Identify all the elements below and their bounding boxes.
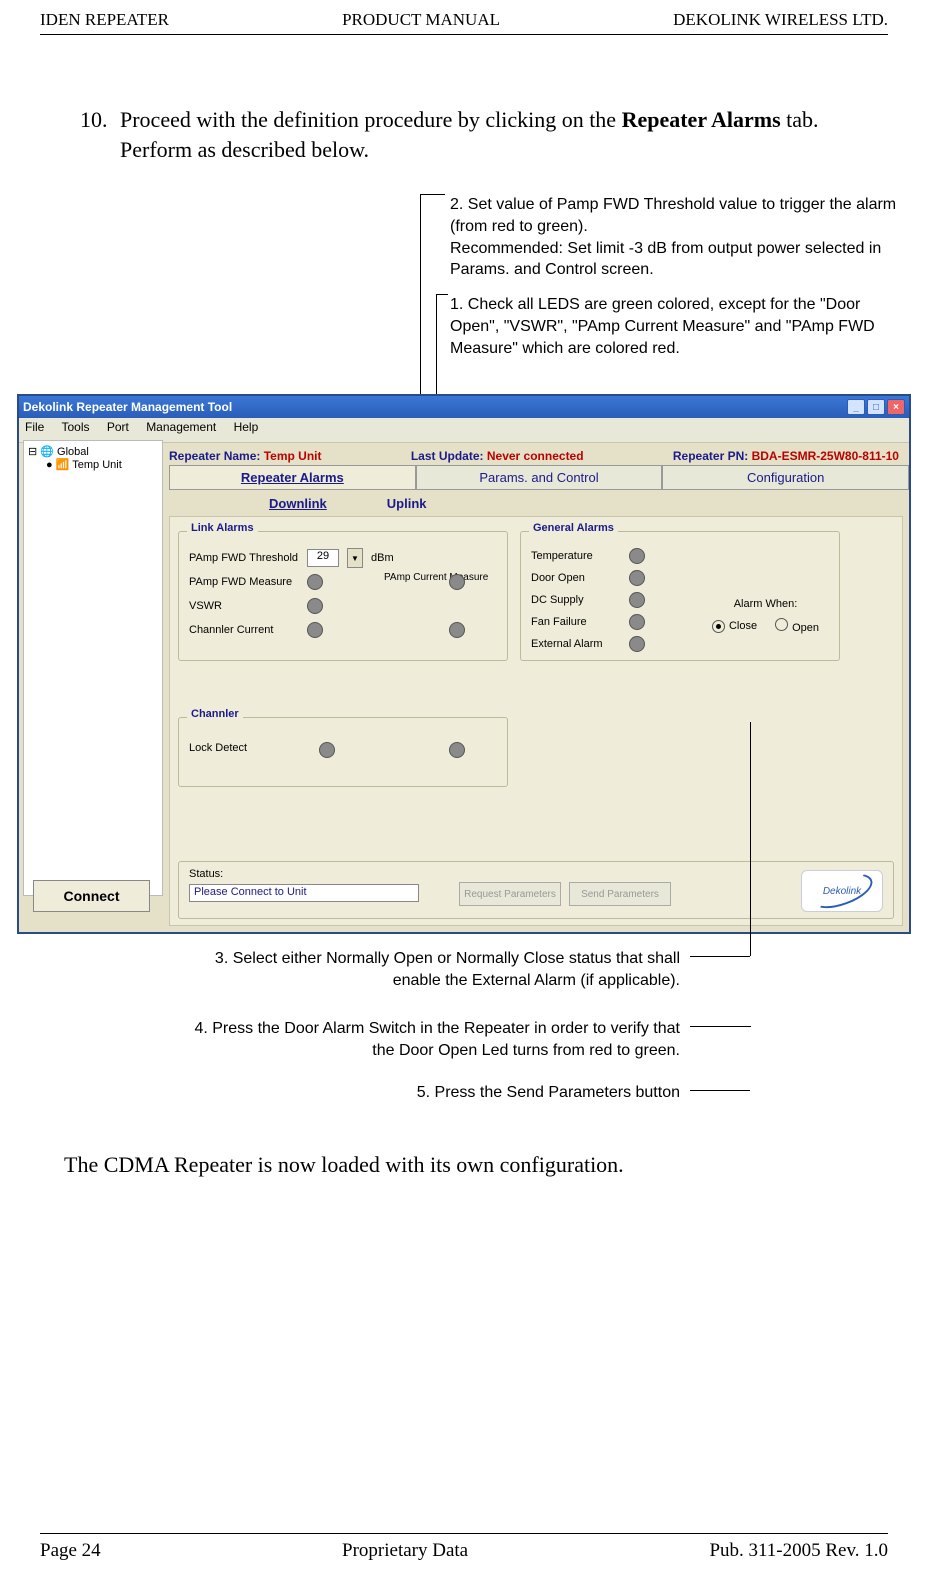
group-channler: Channler Lock Detect — [178, 717, 508, 787]
header-right: DEKOLINK WIRELESS LTD. — [673, 10, 888, 30]
led-door-open — [629, 570, 645, 586]
group-link-alarms: Link Alarms PAmp FWD Threshold 29 ▼ dBm … — [178, 531, 508, 661]
repeater-pn-label: Repeater PN: — [673, 449, 748, 463]
last-update-value: Never connected — [487, 449, 584, 463]
repeater-alarms-bold: Repeater Alarms — [622, 107, 781, 132]
status-bar: Status: Please Connect to Unit Request P… — [178, 861, 894, 919]
subtab-downlink[interactable]: Downlink — [269, 496, 327, 511]
footer-left: Page 24 — [40, 1540, 101, 1562]
repeater-name-label: Repeater Name: — [169, 449, 260, 463]
step-number: 10. — [80, 105, 120, 164]
minimize-button[interactable]: _ — [847, 399, 865, 415]
callout-5: 5. Press the Send Parameters button — [180, 1082, 680, 1104]
callout-1: 1. Check all LEDS are green colored, exc… — [450, 294, 910, 359]
step-text: Proceed with the definition procedure by… — [120, 105, 838, 164]
page-header: IDEN REPEATER PRODUCT MANUAL DEKOLINK WI… — [40, 0, 888, 35]
request-parameters-button[interactable]: Request Parameters — [459, 882, 561, 906]
subtab-uplink[interactable]: Uplink — [387, 496, 427, 511]
tree-global[interactable]: ⊟ 🌐 Global — [28, 445, 158, 458]
link-alarms-title: Link Alarms — [187, 522, 258, 534]
status-label: Status: — [189, 868, 223, 880]
row-pamp-fwd-threshold: PAmp FWD Threshold 29 ▼ dBm — [189, 548, 394, 568]
maximize-button[interactable]: □ — [867, 399, 885, 415]
repeater-pn-value: BDA-ESMR-25W80-811-10 — [752, 449, 899, 463]
led-external-alarm — [629, 636, 645, 652]
pamp-fwd-threshold-input[interactable]: 29 — [307, 549, 339, 567]
tree-view[interactable]: ⊟ 🌐 Global ● 📶 Temp Unit — [23, 440, 163, 896]
app-screenshot: Dekolink Repeater Management Tool _ □ × … — [17, 394, 911, 934]
pamp-fwd-threshold-dropdown[interactable]: ▼ — [347, 548, 363, 568]
status-field: Please Connect to Unit — [189, 884, 419, 902]
last-update-label: Last Update: — [411, 449, 484, 463]
post-text: The CDMA Repeater is now loaded with its… — [64, 1152, 838, 1178]
radio-open[interactable]: Open — [775, 618, 819, 634]
led-temperature — [629, 548, 645, 564]
led-pamp-fwd-measure — [307, 574, 323, 590]
callout-3: 3. Select either Normally Open or Normal… — [180, 948, 680, 991]
close-button[interactable]: × — [887, 399, 905, 415]
titlebar: Dekolink Repeater Management Tool _ □ × — [19, 396, 909, 418]
tab-params-control[interactable]: Params. and Control — [416, 465, 663, 490]
tab-repeater-alarms[interactable]: Repeater Alarms — [169, 465, 416, 490]
led-pamp-current-measure — [449, 574, 465, 590]
page-footer: Page 24 Proprietary Data Pub. 311-2005 R… — [40, 1533, 888, 1562]
led-channler-current-ul — [449, 622, 465, 638]
footer-right: Pub. 311-2005 Rev. 1.0 — [709, 1540, 888, 1562]
callout-4: 4. Press the Door Alarm Switch in the Re… — [180, 1018, 680, 1061]
menu-help[interactable]: Help — [234, 420, 259, 434]
main-tabs: Repeater Alarms Params. and Control Conf… — [169, 465, 909, 490]
row-channler-current: Channler Current — [189, 622, 323, 638]
menu-tools[interactable]: Tools — [61, 420, 89, 434]
panel-area: Link Alarms PAmp FWD Threshold 29 ▼ dBm … — [169, 516, 903, 926]
app-title: Dekolink Repeater Management Tool — [23, 400, 232, 414]
group-general-alarms: General Alarms Temperature Door Open DC … — [520, 531, 840, 661]
callout-2: 2. Set value of Pamp FWD Threshold value… — [450, 194, 910, 280]
header-center: PRODUCT MANUAL — [342, 10, 500, 30]
send-parameters-button[interactable]: Send Parameters — [569, 882, 671, 906]
led-dc-supply — [629, 592, 645, 608]
alarm-when: Alarm When: Close Open — [712, 598, 819, 634]
step-10: 10. Proceed with the definition procedur… — [80, 105, 838, 164]
led-fan-failure — [629, 614, 645, 630]
menu-file[interactable]: File — [25, 420, 44, 434]
dekolink-logo: Dekolink — [801, 870, 883, 912]
led-lock-detect-dl — [319, 742, 335, 758]
pamp-current-measure-label: PAmp Current Measure — [384, 572, 488, 583]
tree-temp-unit[interactable]: ● 📶 Temp Unit — [28, 458, 158, 471]
row-vswr: VSWR — [189, 598, 323, 614]
menu-management[interactable]: Management — [146, 420, 216, 434]
radio-close[interactable]: Close — [712, 620, 757, 633]
led-vswr — [307, 598, 323, 614]
general-alarms-title: General Alarms — [529, 522, 618, 534]
led-lock-detect-ul — [449, 742, 465, 758]
row-pamp-fwd-measure: PAmp FWD Measure — [189, 574, 323, 590]
menu-port[interactable]: Port — [107, 420, 129, 434]
connect-button[interactable]: Connect — [33, 880, 150, 912]
tab-configuration[interactable]: Configuration — [662, 465, 909, 490]
header-left: IDEN REPEATER — [40, 10, 169, 30]
led-channler-current-dl — [307, 622, 323, 638]
footer-center: Proprietary Data — [342, 1540, 468, 1562]
repeater-name-value: Temp Unit — [264, 449, 322, 463]
channler-title: Channler — [187, 708, 243, 720]
